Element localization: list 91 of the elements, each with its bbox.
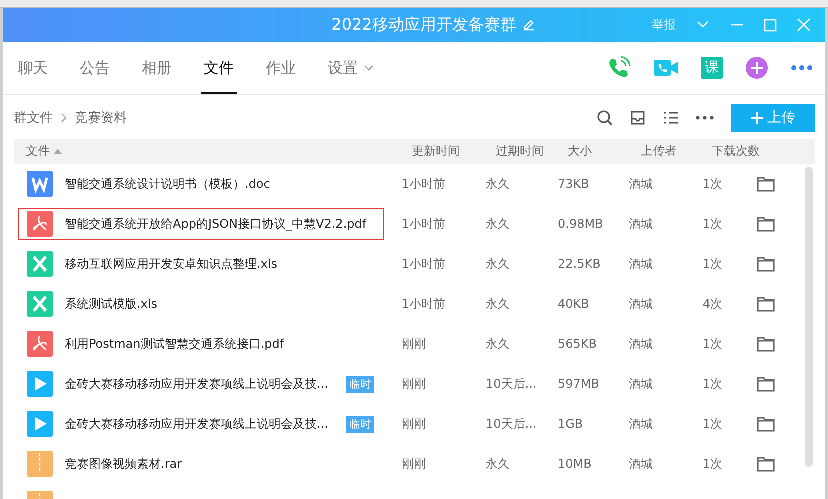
tab[interactable]: 作业 [263,42,299,94]
table-cell: 酒城 [629,216,653,232]
list-icon[interactable] [663,111,679,125]
table-cell: 1小时前 [402,256,446,272]
table-cell: 1小时前 [402,216,446,232]
video-file-icon [27,411,53,437]
plus-icon [750,112,762,124]
table-cell: 永久 [486,176,510,192]
table-cell: 酒城 [629,376,653,392]
folder-icon[interactable] [757,416,775,432]
table-cell: 永久 [486,456,510,472]
table-cell: 酒城 [629,336,653,352]
breadcrumb-item: 竞赛资料 [75,110,127,127]
add-icon[interactable] [745,56,769,80]
breadcrumb-item[interactable]: 群文件 [14,109,53,127]
scrollbar[interactable] [805,167,813,467]
table-cell: 酒城 [629,416,653,432]
table-cell: 刚刚 [402,416,426,432]
table-cell: 1次 [703,416,723,432]
window-title: 2022移动应用开发备赛群 [332,14,516,36]
table-cell: 酒城 [629,456,653,472]
spreadsheet-file-icon [27,251,53,277]
temporary-tag: 临时 [346,416,374,432]
table-cell: 1次 [703,456,723,472]
tab[interactable]: 设置 [325,42,377,94]
table-cell: 永久 [486,256,510,272]
table-cell: 1次 [703,176,723,192]
sort-ascending-icon [54,149,62,154]
chevron-right-icon [61,113,67,123]
file-name[interactable]: 竞赛图像视频素材.rar [65,456,182,472]
table-cell: 40KB [558,297,590,311]
table-cell: 1次 [703,256,723,272]
column-header[interactable]: 大小 [568,143,592,160]
table-cell: 永久 [486,336,510,352]
table-cell: 酒城 [629,176,653,192]
table-cell: 1GB [558,417,584,431]
table-cell: 22.5KB [558,257,601,271]
table-cell: 1次 [703,376,723,392]
table-cell: 刚刚 [402,376,426,392]
folder-icon[interactable] [757,216,775,232]
tab[interactable]: 文件 [201,42,237,94]
table-cell: 永久 [486,216,510,232]
folder-icon[interactable] [757,336,775,352]
column-header[interactable]: 文件 [26,143,62,160]
table-cell: 永久 [486,296,510,312]
more-icon[interactable] [791,65,813,71]
table-cell: 1小时前 [402,296,446,312]
folder-icon[interactable] [757,456,775,472]
column-header[interactable]: 更新时间 [412,143,460,160]
spreadsheet-file-icon [27,291,53,317]
video-file-icon [27,371,53,397]
table-cell: 597MB [558,377,600,391]
table-cell: 10天后... [486,376,537,392]
column-header[interactable]: 过期时间 [496,143,544,160]
table-cell: 酒城 [629,256,653,272]
file-name[interactable]: 金砖大赛移动移动应用开发赛项线上说明会及技... [65,416,328,432]
tab[interactable]: 聊天 [15,42,51,94]
column-header[interactable]: 上传者 [641,143,677,160]
file-name[interactable]: 移动互联网应用开发安卓知识点整理.xls [65,256,278,272]
table-cell: 酒城 [629,296,653,312]
inbox-icon[interactable] [630,110,646,126]
folder-icon[interactable] [757,376,775,392]
pdf-file-icon [27,331,53,357]
tab[interactable]: 公告 [77,42,113,94]
more-icon[interactable] [696,116,714,120]
table-cell: 1次 [703,336,723,352]
file-name[interactable]: 智能交通系统开放给App的JSON接口协议_中慧V2.2.pdf [65,216,367,232]
table-cell: 4次 [703,296,723,312]
file-name[interactable]: 金砖大赛移动移动应用开发赛项线上说明会及技... [65,376,328,392]
file-name[interactable]: 智能交通系统设计说明书（模板）.doc [65,176,270,192]
file-name[interactable]: 系统测试模版.xls [65,296,158,312]
table-cell: 73KB [558,177,590,191]
pdf-file-icon [27,211,53,237]
folder-icon[interactable] [757,256,775,272]
temporary-tag: 临时 [346,376,374,392]
tab[interactable]: 相册 [139,42,175,94]
table-cell: 1次 [703,216,723,232]
table-cell: 565KB [558,337,598,351]
table-cell: 0.98MB [558,217,604,231]
table-cell: 刚刚 [402,336,426,352]
search-icon[interactable] [597,110,613,126]
table-cell: 刚刚 [402,456,426,472]
archive-file-icon [27,451,53,477]
file-name[interactable]: 利用Postman测试智慧交通系统接口.pdf [65,336,284,352]
table-cell: 10天后... [486,416,537,432]
document-file-icon [27,171,53,197]
column-header[interactable]: 下载次数 [712,143,760,160]
folder-icon[interactable] [757,176,775,192]
table-cell: 10MB [558,457,592,471]
table-cell: 1小时前 [402,176,446,192]
folder-icon[interactable] [757,296,775,312]
